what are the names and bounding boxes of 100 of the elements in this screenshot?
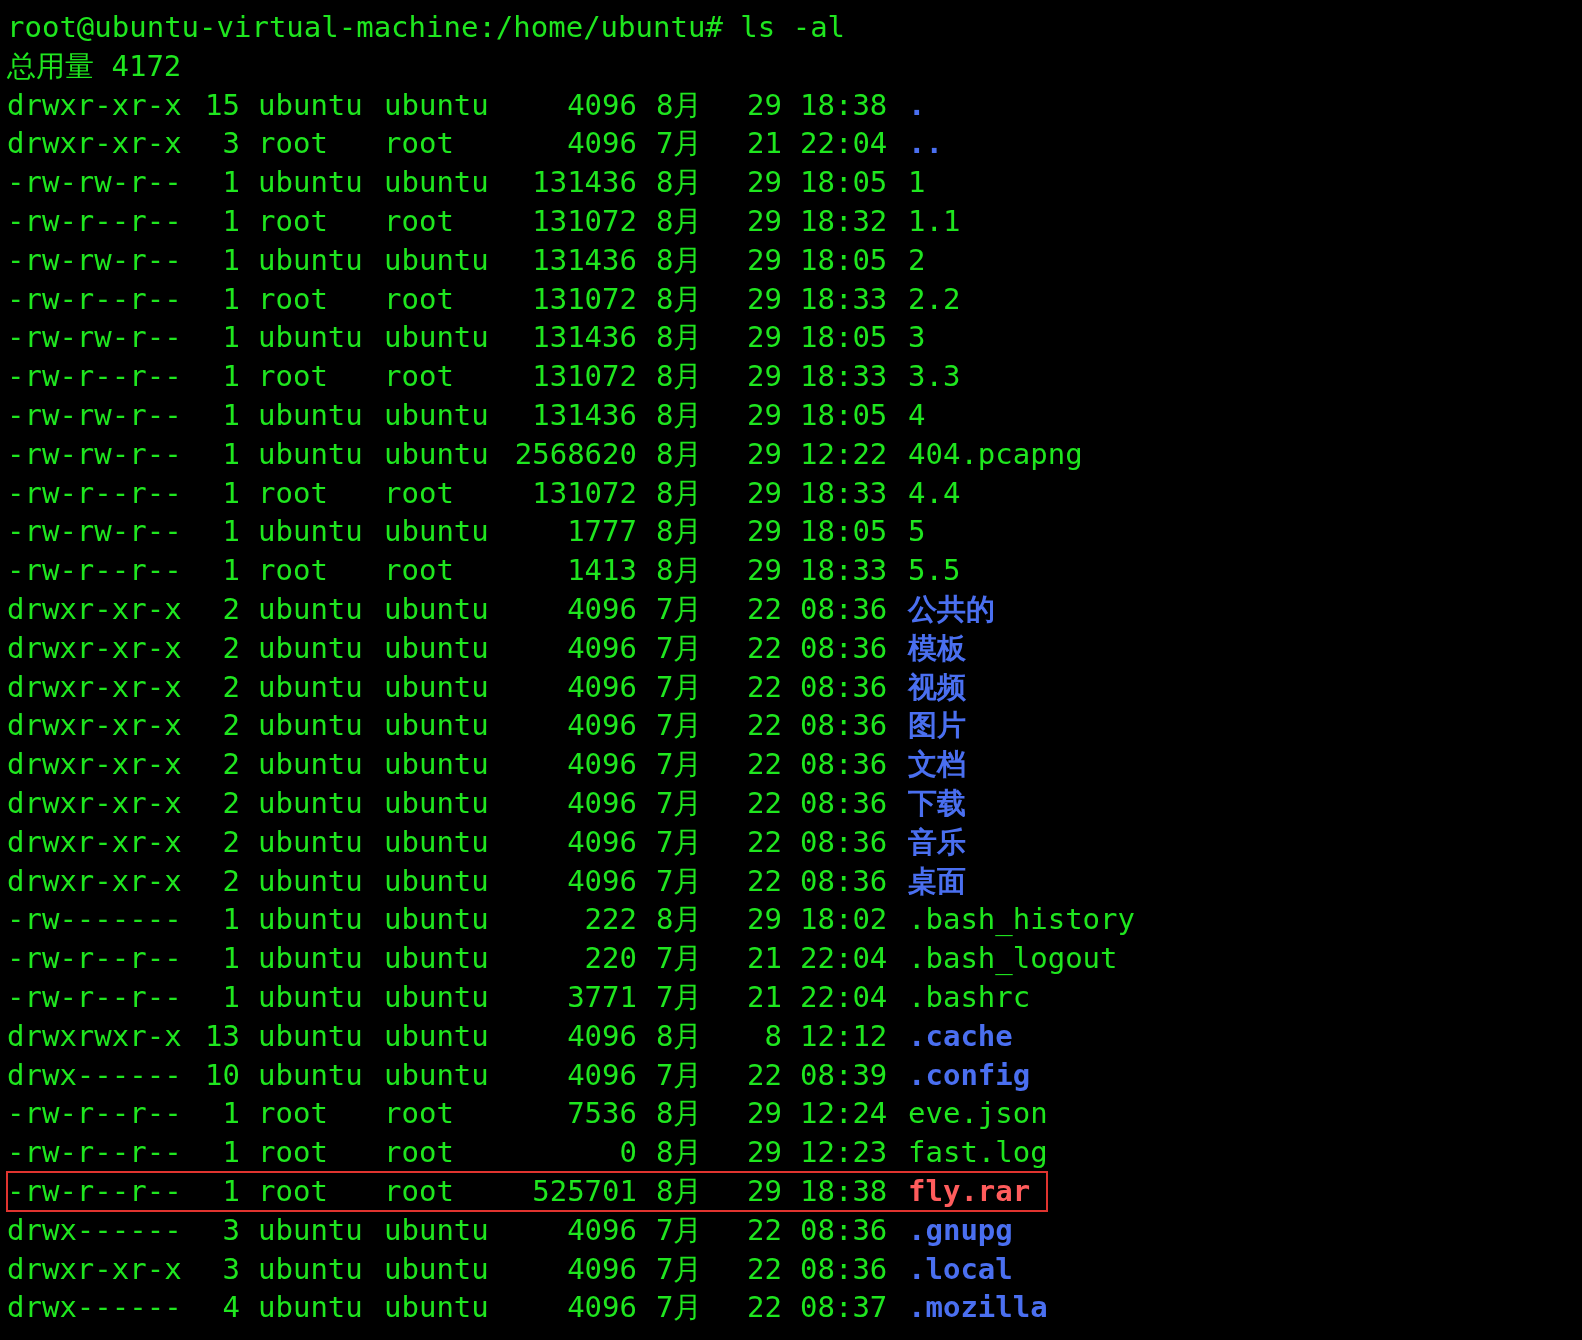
owner: ubuntu bbox=[257, 590, 363, 628]
total-line: 总用量 4172 bbox=[7, 47, 183, 85]
owner: ubuntu bbox=[257, 319, 363, 357]
file-size: 4096 bbox=[567, 1289, 637, 1327]
permissions: drwxr-xr-x bbox=[7, 86, 182, 124]
group: root bbox=[384, 551, 454, 590]
permissions: drwxr-xr-x bbox=[7, 784, 182, 822]
link-count: 1 bbox=[222, 513, 240, 551]
owner: root bbox=[257, 552, 328, 590]
file-size: 4096 bbox=[567, 784, 637, 822]
file-size: 131072 bbox=[532, 474, 637, 512]
month: 8月 bbox=[655, 901, 703, 939]
file-name: . bbox=[907, 86, 926, 124]
link-count: 4 bbox=[222, 1289, 240, 1327]
group: ubuntu bbox=[384, 939, 489, 978]
owner: root bbox=[257, 280, 328, 318]
owner: ubuntu bbox=[257, 513, 363, 551]
owner: ubuntu bbox=[257, 1250, 363, 1288]
owner: ubuntu bbox=[257, 629, 363, 667]
file-name: 3.3 bbox=[907, 358, 961, 396]
owner: ubuntu bbox=[257, 784, 363, 822]
time: 12:12 bbox=[799, 1017, 888, 1055]
month: 8月 bbox=[655, 552, 703, 590]
day: 21 bbox=[747, 124, 782, 164]
group: ubuntu bbox=[384, 822, 489, 862]
file-size: 4096 bbox=[567, 590, 637, 628]
month: 8月 bbox=[655, 1017, 703, 1055]
time: 18:05 bbox=[799, 513, 888, 551]
group: ubuntu bbox=[384, 900, 489, 940]
day: 22 bbox=[747, 822, 782, 862]
group: ubuntu bbox=[384, 1055, 489, 1095]
permissions: -rw-rw-r-- bbox=[7, 435, 182, 473]
time: 08:36 bbox=[799, 823, 888, 861]
permissions: -rw-r--r-- bbox=[7, 203, 182, 240]
month: 7月 bbox=[655, 940, 703, 978]
time: 08:36 bbox=[799, 746, 888, 784]
file-size: 131072 bbox=[532, 358, 637, 396]
link-count: 15 bbox=[205, 86, 240, 124]
owner: ubuntu bbox=[257, 86, 363, 124]
day: 29 bbox=[747, 512, 782, 552]
link-count: 3 bbox=[222, 1250, 240, 1288]
owner: root bbox=[257, 1095, 328, 1133]
group: ubuntu bbox=[384, 745, 489, 784]
day: 29 bbox=[747, 163, 782, 202]
link-count: 1 bbox=[222, 435, 240, 473]
group: root bbox=[384, 124, 454, 164]
file-size: 131436 bbox=[532, 241, 637, 279]
month: 7月 bbox=[655, 707, 703, 745]
owner: ubuntu bbox=[257, 1056, 363, 1094]
owner: ubuntu bbox=[257, 823, 363, 861]
file-name: 2.2 bbox=[907, 280, 961, 318]
link-count: 13 bbox=[205, 1017, 240, 1055]
permissions: -rw-r--r-- bbox=[7, 978, 182, 1016]
file-size: 4096 bbox=[567, 1056, 637, 1094]
day: 22 bbox=[747, 783, 782, 823]
file-size: 4096 bbox=[567, 629, 637, 667]
time: 22:04 bbox=[799, 978, 888, 1016]
permissions: drwxr-xr-x bbox=[7, 746, 182, 784]
group: root bbox=[384, 473, 454, 513]
group: root bbox=[384, 357, 454, 396]
time: 08:37 bbox=[799, 1289, 888, 1327]
permissions: drwxr-xr-x bbox=[7, 629, 182, 667]
time: 08:36 bbox=[799, 629, 888, 667]
day: 21 bbox=[747, 939, 782, 978]
link-count: 1 bbox=[222, 358, 240, 396]
file-size: 4096 bbox=[567, 1250, 637, 1288]
link-count: 1 bbox=[222, 203, 240, 240]
time: 08:39 bbox=[799, 1056, 888, 1094]
file-name: 2 bbox=[907, 241, 926, 279]
permissions: drwx------ bbox=[7, 1289, 182, 1327]
month: 7月 bbox=[655, 1056, 703, 1094]
owner: ubuntu bbox=[257, 396, 363, 434]
file-size: 3771 bbox=[567, 978, 637, 1016]
day: 29 bbox=[747, 1171, 782, 1211]
time: 18:02 bbox=[799, 901, 888, 939]
link-count: 1 bbox=[222, 280, 240, 318]
link-count: 2 bbox=[222, 707, 240, 745]
file-name: .gnupg bbox=[907, 1211, 1013, 1249]
file-size: 4096 bbox=[567, 1211, 637, 1249]
link-count: 1 bbox=[222, 474, 240, 512]
link-count: 3 bbox=[222, 1211, 240, 1249]
file-name: 模板 bbox=[906, 629, 966, 667]
group: ubuntu bbox=[384, 628, 489, 668]
file-size: 4096 bbox=[567, 823, 637, 861]
month: 7月 bbox=[655, 746, 703, 784]
group: ubuntu bbox=[384, 512, 489, 552]
month: 8月 bbox=[655, 396, 703, 434]
permissions: drwxr-xr-x bbox=[7, 590, 182, 628]
day: 22 bbox=[747, 1249, 782, 1289]
month: 8月 bbox=[655, 474, 703, 512]
month: 8月 bbox=[655, 1134, 703, 1172]
permissions: drwxr-xr-x bbox=[7, 823, 182, 861]
file-name: 404.pcapng bbox=[907, 435, 1083, 473]
month: 8月 bbox=[655, 319, 703, 357]
command-prompt: root@ubuntu-virtual-machine:/home/ubuntu# ls -al bbox=[7, 9, 847, 46]
day: 29 bbox=[747, 240, 782, 280]
group: root bbox=[384, 1171, 454, 1211]
month: 8月 bbox=[655, 241, 703, 279]
owner: ubuntu bbox=[257, 901, 363, 939]
file-size: 1777 bbox=[567, 513, 637, 551]
